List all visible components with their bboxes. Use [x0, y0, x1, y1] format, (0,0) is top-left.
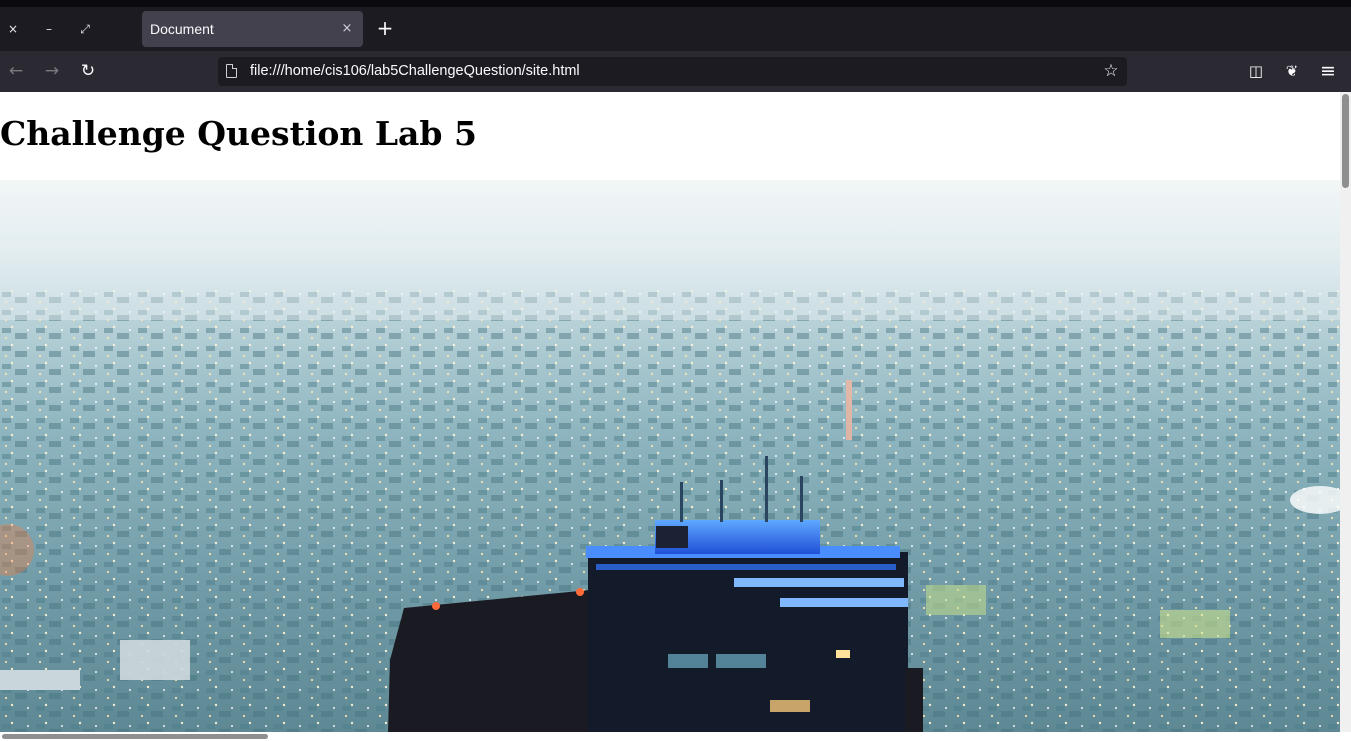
window-maximize-icon[interactable]: ⤢	[75, 19, 95, 39]
vertical-scrollbar[interactable]	[1340, 92, 1351, 732]
menu-icon[interactable]: ≡	[1317, 60, 1339, 82]
tab-document[interactable]: Document ×	[142, 11, 363, 47]
window-top-edge	[0, 0, 1351, 7]
page-title: Challenge Question Lab 5	[0, 114, 477, 153]
url-text[interactable]: file:///home/cis106/lab5ChallengeQuestio…	[250, 57, 580, 86]
navigation-toolbar: ← → ↻ file:///home/cis106/lab5ChallengeQ…	[0, 51, 1351, 92]
new-tab-button[interactable]: +	[374, 18, 396, 40]
pocket-icon[interactable]: ◫	[1245, 60, 1267, 82]
tab-title: Document	[150, 21, 214, 37]
window-close-icon[interactable]: ×	[3, 19, 23, 39]
bookmark-star-icon[interactable]: ☆	[1101, 61, 1121, 81]
window-minimize-icon[interactable]: –	[39, 19, 59, 39]
extension-icon[interactable]: ❦	[1281, 60, 1303, 82]
city-photo	[0, 180, 1340, 732]
tab-close-icon[interactable]: ×	[337, 19, 357, 39]
forward-button[interactable]: →	[40, 59, 64, 83]
tab-strip: × – ⤢ Document × +	[0, 7, 1351, 51]
page-viewport: Challenge Question Lab 5	[0, 92, 1351, 741]
back-button[interactable]: ←	[4, 59, 28, 83]
vertical-scroll-thumb[interactable]	[1342, 94, 1349, 188]
reload-button[interactable]: ↻	[76, 59, 100, 83]
url-bar[interactable]: file:///home/cis106/lab5ChallengeQuestio…	[218, 57, 1127, 86]
page-icon	[226, 64, 237, 78]
horizontal-scroll-thumb[interactable]	[2, 734, 268, 739]
